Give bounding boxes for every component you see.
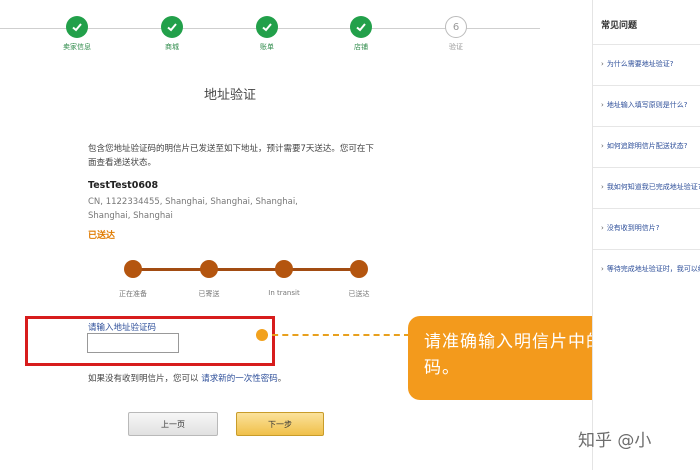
step-label: 商城 <box>165 43 179 51</box>
faq-sidebar: 常见问题 › 为什么需要地址验证? › 地址输入填写原则是什么? › 如何追踪明信片配… <box>592 0 700 470</box>
faq-item[interactable]: ›等待完成地址验证时，我可以继续 <box>593 249 700 290</box>
verification-code-input[interactable] <box>87 333 179 353</box>
step-number: 6 <box>445 16 467 38</box>
tracking-node-delivered <box>350 260 368 278</box>
code-input-label: 请输入地址验证码 <box>88 323 157 333</box>
request-new-code-link[interactable]: 请求新的一次性密码 <box>201 374 278 384</box>
check-icon <box>350 16 372 38</box>
faq-item[interactable]: › 我如何知道我已完成地址验证? <box>593 167 700 208</box>
caret-right-icon: › <box>601 224 604 232</box>
recipient-name: TestTest0608 <box>88 180 159 191</box>
tracking-label: 正在准备 <box>119 290 147 298</box>
step-marketplace: 商城 <box>142 16 202 52</box>
step-store: 店铺 <box>331 16 391 52</box>
step-label: 卖家信息 <box>63 43 91 51</box>
faq-item[interactable]: › 没有收到明信片? <box>593 208 700 249</box>
faq-item[interactable]: › 如何追踪明信片配送状态? <box>593 126 700 167</box>
step-seller-info: 卖家信息 <box>47 16 107 52</box>
page-title: 地址验证 <box>203 88 256 103</box>
caret-right-icon: › <box>601 183 604 191</box>
faq-item[interactable]: › 地址输入填写原则是什么? <box>593 85 700 126</box>
check-icon <box>256 16 278 38</box>
no-card-suffix: 。 <box>277 374 287 384</box>
step-billing: 账单 <box>237 16 297 52</box>
step-label: 验证 <box>449 43 463 51</box>
next-button[interactable]: 下一步 <box>236 412 324 436</box>
watermark: 知乎 @小 <box>578 431 652 451</box>
callout-connector <box>262 334 410 336</box>
faq-title: 常见问题 <box>601 21 638 31</box>
no-card-prefix: 如果没有收到明信片，您可以 <box>88 374 199 384</box>
tracking-node-in-transit <box>275 260 293 278</box>
caret-right-icon: › <box>601 101 604 109</box>
check-icon <box>161 16 183 38</box>
caret-right-icon: › <box>601 142 604 150</box>
tracking-node-preparing <box>124 260 142 278</box>
step-label: 账单 <box>260 43 274 51</box>
delivery-status: 已送达 <box>88 231 116 241</box>
check-icon <box>66 16 88 38</box>
faq-item[interactable]: › 为什么需要地址验证? <box>593 44 700 85</box>
caret-right-icon: › <box>601 265 604 273</box>
tracking-label: 已送达 <box>348 290 370 298</box>
tracking-label: In transit <box>268 289 300 297</box>
recipient-address: CN, 1122334455, Shanghai, Shanghai, Shan… <box>88 197 298 221</box>
no-card-text: 如果没有收到明信片，您可以 请求新的一次性密码。 <box>88 372 286 384</box>
description-text: 包含您地址验证码的明信片已发送至如下地址，预计需要7天送达。您可在下面查看递送状… <box>88 144 374 168</box>
previous-button[interactable]: 上一页 <box>128 412 218 436</box>
tracking-node-shipped <box>200 260 218 278</box>
tracking-label: 已寄送 <box>198 290 220 298</box>
progress-stepper: 卖家信息 商城 账单 店铺 6 验证 <box>0 0 580 70</box>
tracking-line <box>133 268 359 271</box>
step-label: 店铺 <box>354 43 368 51</box>
callout-dot <box>256 329 268 341</box>
caret-right-icon: › <box>601 60 604 68</box>
step-verification: 6 验证 <box>426 16 486 52</box>
